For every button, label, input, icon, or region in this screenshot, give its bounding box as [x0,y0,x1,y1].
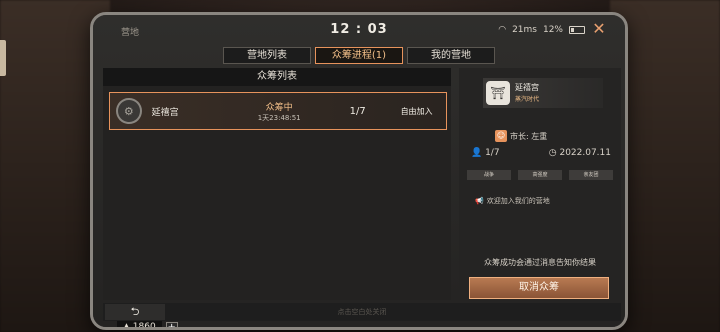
camp-detail-name: 延禧宫 [515,83,539,92]
camp-row-status-label: 众筹中 [265,102,293,113]
crowd-icon: ▲ [123,322,133,330]
background-side-tab [0,40,6,76]
battery-level: 12% [542,25,563,35]
tab-camp-list[interactable]: 营地列表 [223,47,311,64]
camp-info-row: 👤 1/7 ◷ 2022.07.11 [471,148,611,158]
camp-emblem-icon: ⚙ [116,98,142,124]
camp-row-status: 众筹中 1天23:48:51 [230,100,328,123]
battery-icon [569,26,585,34]
camp-screen: 营地 12 : 03 ◠ 21ms 12% ✕ 营地列表 众筹进程(1) 我的营… [93,15,625,327]
member-icon: 👤 [471,148,486,158]
temple-icon: ⛩ [486,81,510,105]
currency-amount: 1860 [132,322,156,330]
status-indicators: ◠ 21ms 12% [498,25,585,35]
tag-war: 战争 [467,170,511,180]
camp-card: ⛩ 延禧宫 蒸汽时代 [483,78,603,108]
add-currency-button[interactable]: + [165,321,178,327]
currency-box: ▲ 1860 [117,320,162,330]
wifi-latency: 21ms [512,25,537,35]
founded-date-value: 2022.07.11 [559,148,611,158]
mayor-label: 市长: 左重 [510,131,548,141]
tag-friends: 亲友团 [569,170,613,180]
tab-bar: 营地列表 众筹进程(1) 我的营地 [93,47,625,65]
member-count: 👤 1/7 [471,148,500,158]
crowdfund-notice: 众筹成功会通过消息告知你结果 [484,258,596,267]
currency-display: ▲ 1860 + [117,320,178,330]
camp-row-join-mode: 自由加入 [400,106,433,116]
status-bar: 营地 12 : 03 ◠ 21ms 12% ✕ [93,15,625,45]
device-frame: 营地 12 : 03 ◠ 21ms 12% ✕ 营地列表 众筹进程(1) 我的营… [90,12,628,330]
tag-high-intensity: 高强度 [518,170,562,180]
clock-icon: ◷ [548,148,560,158]
welcome-text: 欢迎加入我们的营地 [486,197,550,205]
welcome-message: 📢 欢迎加入我们的营地 [475,196,550,206]
cancel-crowdfund-button[interactable]: 取消众筹 [469,277,609,299]
camp-row-countdown: 1天23:48:51 [257,113,301,122]
list-header: 众筹列表 [103,68,451,86]
mayor-info: ☺ 市长: 左重 [495,130,547,142]
tab-my-camp[interactable]: 我的营地 [407,47,495,64]
founded-date: ◷ 2022.07.11 [549,148,611,158]
close-hint[interactable]: 点击空白处关闭 [103,307,621,317]
bottom-bar: ⮌ 点击空白处关闭 [103,303,621,321]
tag-row: 战争 高强度 亲友团 [467,170,613,180]
camp-row-name: 延禧宫 [151,107,179,118]
megaphone-icon: 📢 [475,197,484,205]
tab-crowdfund-progress[interactable]: 众筹进程(1) [315,47,403,64]
member-count-value: 1/7 [485,148,500,158]
crowdfund-row[interactable]: ⚙ 延禧宫 众筹中 1天23:48:51 1/7 自由加入 [109,92,447,130]
camp-detail-era: 蒸汽时代 [515,96,540,103]
close-icon[interactable]: ✕ [589,19,609,39]
wifi-icon: ◠ [498,25,507,35]
camp-row-members: 1/7 [349,105,366,117]
crowdfund-list-panel: 众筹列表 ⚙ 延禧宫 众筹中 1天23:48:51 1/7 自由加入 ▲ 186… [103,68,451,327]
mayor-avatar-icon: ☺ [495,130,507,142]
camp-detail-panel: ⛩ 延禧宫 蒸汽时代 ☺ 市长: 左重 👤 1/7 ◷ 2022.07.11 战… [459,68,621,300]
